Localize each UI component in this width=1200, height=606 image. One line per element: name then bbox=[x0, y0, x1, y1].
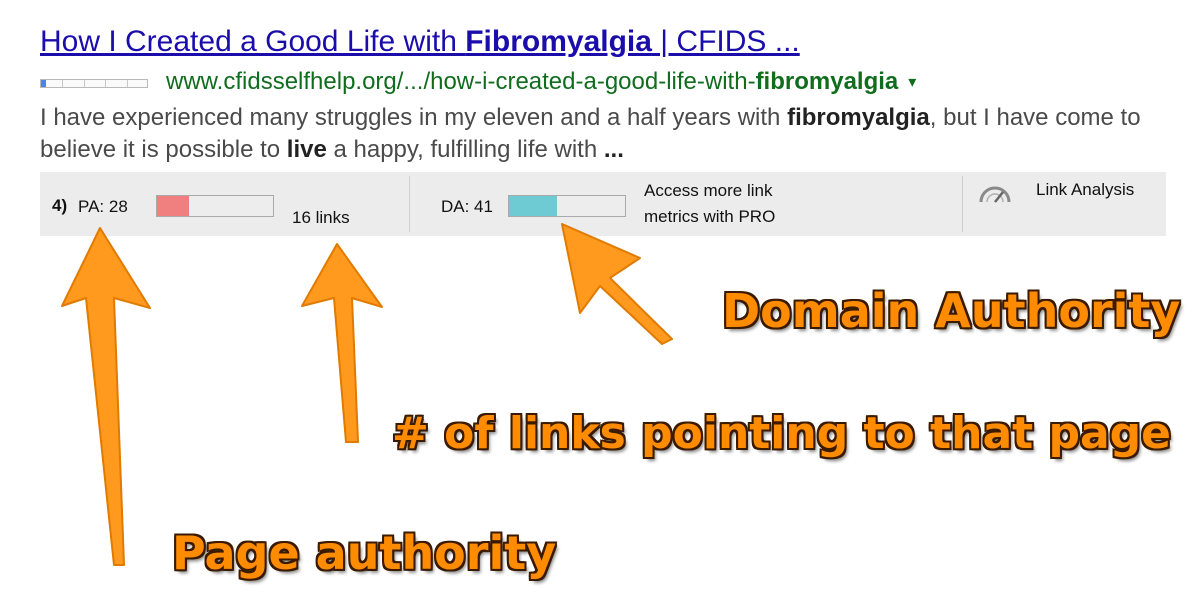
page-authority-callout: Page authority bbox=[172, 526, 557, 580]
page-authority-arrow bbox=[61, 227, 151, 566]
domain-authority-callout: Domain Authority bbox=[722, 284, 1181, 338]
links-pointing-callout: # of links pointing to that page bbox=[392, 408, 1172, 459]
links-arrow bbox=[301, 243, 383, 443]
domain-authority-arrow bbox=[561, 223, 673, 345]
